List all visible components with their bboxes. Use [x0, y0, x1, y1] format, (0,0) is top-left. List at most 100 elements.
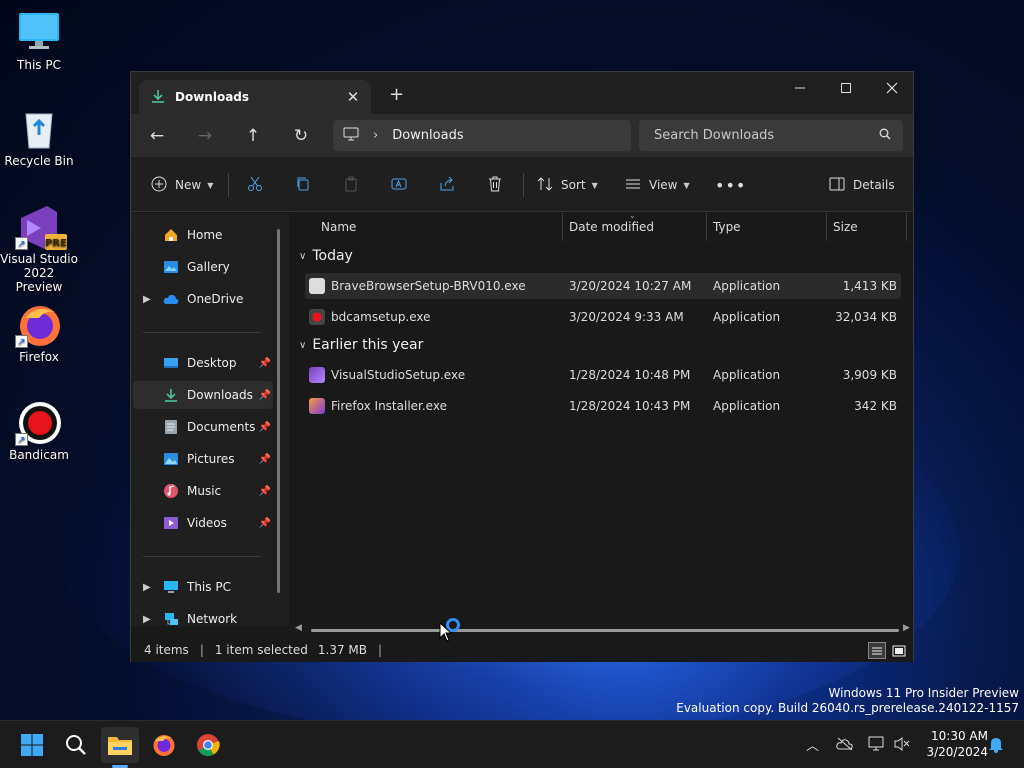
toolbar-divider [228, 173, 229, 197]
tiles-view-button[interactable] [890, 642, 908, 659]
sidebar-item-downloads[interactable]: Downloads 📌 [133, 381, 273, 409]
refresh-button[interactable]: ↻ [285, 122, 317, 150]
sidebar-item-network[interactable]: ▶ Network [133, 605, 273, 633]
pin-icon[interactable]: 📌 [259, 486, 271, 497]
desktop-icon-bandicam[interactable]: ↗ Bandicam [0, 400, 78, 462]
maximize-button[interactable] [823, 72, 869, 104]
show-hidden-icons-chevron-icon[interactable]: ︿ [806, 735, 819, 754]
desktop-icon-firefox[interactable]: ↗ Firefox [0, 302, 78, 364]
sidebar-scrollbar[interactable] [277, 229, 280, 593]
sidebar-item-documents[interactable]: Documents 📌 [133, 413, 273, 441]
back-button[interactable]: ← [141, 122, 173, 150]
sidebar-item-pictures[interactable]: Pictures 📌 [133, 445, 273, 473]
desktop-icon-label: Recycle Bin [4, 154, 74, 168]
selection-count: 1 item selected [214, 643, 308, 657]
view-button[interactable]: View ▼ [625, 171, 690, 199]
search-button[interactable] [57, 727, 95, 763]
desktop-icon-this-pc[interactable]: This PC [0, 10, 78, 72]
group-header-earlier[interactable]: ∨ Earlier this year [299, 337, 423, 353]
view-list-icon [625, 176, 641, 195]
share-button[interactable] [439, 171, 455, 199]
table-row[interactable]: bdcamsetup.exe 3/20/2024 9:33 AM Applica… [305, 304, 901, 330]
group-label: Earlier this year [312, 337, 424, 353]
close-window-button[interactable] [869, 72, 915, 104]
column-header-type[interactable]: Type [707, 213, 827, 241]
details-button[interactable]: Details [829, 171, 895, 199]
search-box[interactable] [639, 120, 903, 151]
cut-button[interactable] [247, 171, 263, 199]
sidebar-item-music[interactable]: Music 📌 [133, 477, 273, 505]
scroll-left-arrow-icon[interactable]: ◀ [295, 623, 302, 633]
new-button[interactable]: New ▼ [151, 171, 213, 199]
chevron-down-icon: ∨ [299, 250, 307, 262]
taskbar-firefox[interactable] [145, 727, 183, 763]
network-icon[interactable] [868, 736, 886, 756]
pin-icon[interactable]: 📌 [259, 454, 271, 465]
pin-icon[interactable]: 📌 [259, 390, 271, 401]
file-date: 1/28/2024 10:48 PM [569, 368, 691, 382]
chevron-right-icon[interactable]: ▶ [143, 294, 151, 305]
sidebar-item-desktop[interactable]: Desktop 📌 [133, 349, 273, 377]
paste-button[interactable] [343, 171, 359, 199]
desktop-icon-label: This PC [17, 58, 61, 72]
cloud-icon [163, 291, 179, 307]
copy-button[interactable] [295, 171, 311, 199]
address-path[interactable]: Downloads [392, 128, 463, 143]
desktop-icon-visual-studio[interactable]: PRE ↗ Visual Studio 2022 Preview [0, 204, 78, 294]
desktop-icon-recycle-bin[interactable]: Recycle Bin [0, 106, 78, 168]
table-row[interactable]: BraveBrowserSetup-BRV010.exe 3/20/2024 1… [305, 273, 901, 299]
column-header-name[interactable]: Name [315, 213, 563, 241]
video-icon [163, 515, 179, 531]
start-button[interactable] [13, 727, 51, 763]
taskbar-file-explorer[interactable] [101, 727, 139, 763]
tab-downloads[interactable]: Downloads ✕ [139, 80, 371, 114]
table-row[interactable]: Firefox Installer.exe 1/28/2024 10:43 PM… [305, 393, 901, 419]
delete-button[interactable] [487, 171, 503, 199]
search-input[interactable] [654, 128, 854, 143]
column-header-size[interactable]: Size [827, 213, 907, 241]
firefox-icon: ↗ [15, 302, 61, 348]
pin-icon[interactable]: 📌 [259, 358, 271, 369]
tab-label: Downloads [175, 90, 250, 104]
chevron-right-icon[interactable]: ▶ [143, 582, 151, 593]
address-bar[interactable]: › Downloads [333, 120, 631, 151]
sidebar-item-gallery[interactable]: Gallery [133, 253, 273, 281]
plus-circle-icon [151, 176, 167, 195]
table-row[interactable]: VisualStudioSetup.exe 1/28/2024 10:48 PM… [305, 362, 901, 388]
pin-icon[interactable]: 📌 [259, 518, 271, 529]
group-header-today[interactable]: ∨ Today [299, 248, 353, 264]
rename-button[interactable] [391, 171, 407, 199]
chevron-down-icon: ▼ [591, 180, 598, 190]
bandicam-icon: ↗ [15, 400, 61, 446]
desktop-folder-icon [163, 355, 179, 371]
view-label: View [649, 178, 678, 192]
column-header-date[interactable]: Date modified ⌄ [563, 211, 707, 241]
system-clock[interactable]: 10:30 AM 3/20/2024 [918, 728, 988, 760]
onedrive-offline-icon[interactable] [836, 737, 854, 755]
minimize-button[interactable] [777, 72, 823, 104]
more-options-button[interactable]: ••• [715, 171, 746, 199]
volume-muted-icon[interactable] [893, 736, 911, 756]
sidebar-item-home[interactable]: Home [133, 221, 273, 249]
network-icon [163, 611, 179, 627]
sidebar-item-label: OneDrive [187, 292, 244, 306]
forward-button[interactable]: → [189, 122, 221, 150]
sidebar-item-onedrive[interactable]: ▶ OneDrive [133, 285, 273, 313]
tab-close-icon[interactable]: ✕ [341, 88, 365, 106]
horizontal-scrollbar[interactable] [311, 629, 899, 632]
up-button[interactable]: ↑ [237, 122, 269, 150]
sidebar-item-label: Music [187, 484, 222, 498]
notification-bell-icon[interactable] [988, 735, 1004, 757]
sort-button[interactable]: Sort ▼ [537, 171, 598, 199]
chevron-right-icon[interactable]: › [373, 128, 378, 143]
search-icon[interactable] [879, 128, 891, 143]
details-view-button[interactable] [868, 642, 886, 659]
clipboard-icon [343, 176, 359, 195]
pin-icon[interactable]: 📌 [259, 422, 271, 433]
sidebar-item-this-pc[interactable]: ▶ This PC [133, 573, 273, 601]
chevron-right-icon[interactable]: ▶ [143, 614, 151, 625]
sidebar-item-videos[interactable]: Videos 📌 [133, 509, 273, 537]
new-tab-button[interactable]: + [389, 84, 404, 105]
scroll-right-arrow-icon[interactable]: ▶ [903, 623, 910, 633]
taskbar-chrome[interactable] [189, 727, 227, 763]
